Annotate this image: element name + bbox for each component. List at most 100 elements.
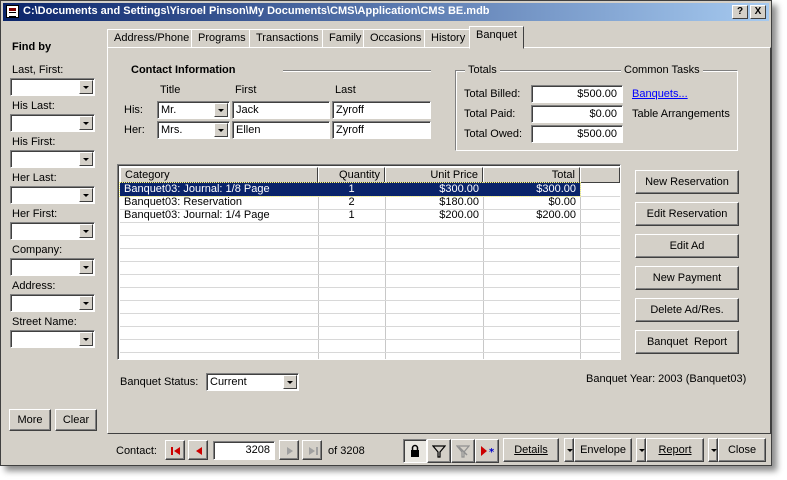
first-record-icon <box>171 447 180 455</box>
more-button[interactable]: More <box>9 409 51 431</box>
find-label-street-name: Street Name: <box>12 316 77 328</box>
cell-total: $200.00 <box>536 209 576 221</box>
delete-ad-res-button[interactable]: Delete Ad/Res. <box>635 298 739 322</box>
banquet-status-combo[interactable]: Current <box>206 373 299 391</box>
cell-quantity: 1 <box>348 209 355 221</box>
his-title-combo[interactable]: Mr. <box>157 101 230 119</box>
chevron-down-icon[interactable] <box>79 188 93 202</box>
total-owed-field: $500.00 <box>531 125 623 143</box>
table-row[interactable]: Banquet03: Reservation 2 $180.00 $0.00 <box>120 196 580 209</box>
window-title: C:\Documents and Settings\Yisroel Pinson… <box>23 5 490 17</box>
remove-filter-button[interactable] <box>451 439 475 463</box>
app-icon <box>6 5 19 18</box>
tab-programs[interactable]: Programs <box>191 29 253 48</box>
chevron-down-icon[interactable] <box>79 332 93 346</box>
his-first-field[interactable]: Jack <box>232 101 330 119</box>
tab-address-phone[interactable]: Address/Phone <box>107 29 197 48</box>
her-last-field[interactable]: Zyroff <box>332 121 431 139</box>
find-his-first-combo[interactable] <box>10 150 95 168</box>
row-divider <box>120 313 620 314</box>
tab-history[interactable]: History <box>424 29 473 48</box>
title-bar[interactable]: C:\Documents and Settings\Yisroel Pinson… <box>3 3 769 21</box>
envelope-button[interactable]: Envelope <box>574 438 632 462</box>
envelope-dropdown-arrow[interactable] <box>564 438 574 462</box>
new-reservation-button[interactable]: New Reservation <box>635 170 739 194</box>
cell-total: $0.00 <box>548 196 576 208</box>
row-divider <box>120 274 620 275</box>
common-tasks-heading: Common Tasks <box>621 64 703 76</box>
previous-record-button[interactable] <box>188 440 208 460</box>
row-divider <box>120 339 620 340</box>
find-her-first-combo[interactable] <box>10 222 95 240</box>
row-divider <box>120 287 620 288</box>
table-arrangements-label[interactable]: Table Arrangements <box>632 108 730 120</box>
banquets-link[interactable]: Banquets... <box>632 88 688 100</box>
her-first-field[interactable]: Ellen <box>232 121 330 139</box>
find-address-combo[interactable] <box>10 294 95 312</box>
chevron-down-icon[interactable] <box>79 152 93 166</box>
next-record-button[interactable] <box>279 440 299 460</box>
close-button[interactable]: Close <box>718 438 766 462</box>
tab-banquet[interactable]: Banquet <box>469 26 524 49</box>
clear-button[interactable]: Clear <box>55 409 97 431</box>
contact-nav-label: Contact: <box>116 445 157 457</box>
find-street-name-combo[interactable] <box>10 330 95 348</box>
filter-button[interactable] <box>427 439 451 463</box>
cell-category: Banquet03: Journal: 1/8 Page <box>124 183 270 195</box>
last-record-icon <box>309 447 318 455</box>
find-her-last-combo[interactable] <box>10 186 95 204</box>
new-record-button[interactable]: * <box>475 439 499 463</box>
find-company-combo[interactable] <box>10 258 95 276</box>
her-title-combo[interactable]: Mrs. <box>157 121 230 139</box>
tab-transactions[interactable]: Transactions <box>249 29 326 48</box>
header-unit-price[interactable]: Unit Price <box>385 167 483 183</box>
table-row-selected[interactable]: Banquet03: Journal: 1/8 Page 1 $300.00 $… <box>119 182 581 197</box>
first-record-button[interactable] <box>165 440 185 460</box>
tab-occasions[interactable]: Occasions <box>363 29 429 48</box>
his-last-field[interactable]: Zyroff <box>332 101 431 119</box>
header-quantity[interactable]: Quantity <box>318 167 385 183</box>
cell-category: Banquet03: Reservation <box>124 196 243 208</box>
chevron-down-icon[interactable] <box>283 375 297 389</box>
lock-button[interactable] <box>403 439 427 463</box>
report-button[interactable]: Report <box>646 438 704 462</box>
lock-icon <box>411 444 419 457</box>
remove-filter-icon <box>456 445 470 458</box>
chevron-down-icon[interactable] <box>79 116 93 130</box>
close-dropdown-arrow[interactable] <box>708 438 718 462</box>
header-blank <box>580 167 620 183</box>
table-row[interactable]: Banquet03: Journal: 1/4 Page 1 $200.00 $… <box>120 209 580 222</box>
col-title-label: Title <box>160 84 181 96</box>
chevron-down-icon[interactable] <box>79 260 93 274</box>
banquet-items-grid[interactable]: Category Quantity Unit Price Total Banqu… <box>117 164 621 360</box>
new-payment-button[interactable]: New Payment <box>635 266 739 290</box>
details-button[interactable]: Details <box>503 438 559 462</box>
tab-family[interactable]: Family <box>322 29 369 48</box>
total-paid-label: Total Paid: <box>464 108 516 120</box>
totals-heading: Totals <box>465 64 500 76</box>
chevron-down-icon[interactable] <box>214 103 228 117</box>
find-his-last-combo[interactable] <box>10 114 95 132</box>
chevron-down-icon[interactable] <box>79 224 93 238</box>
chevron-down-icon[interactable] <box>79 80 93 94</box>
help-button[interactable]: ? <box>732 5 748 19</box>
find-label-her-last: Her Last: <box>12 172 57 184</box>
find-last-first-combo[interactable] <box>10 78 95 96</box>
banquet-report-button[interactable]: Banquet Report <box>635 330 739 354</box>
col-first-label: First <box>235 84 257 96</box>
chevron-down-icon[interactable] <box>79 296 93 310</box>
report-dropdown-arrow[interactable] <box>636 438 646 462</box>
chevron-down-icon[interactable] <box>214 123 228 137</box>
header-category[interactable]: Category <box>120 167 318 183</box>
cell-quantity: 1 <box>348 183 355 195</box>
record-number-field[interactable]: 3208 <box>213 441 275 460</box>
close-window-button[interactable]: X <box>750 5 766 19</box>
her-label: Her: <box>124 124 145 136</box>
edit-reservation-button[interactable]: Edit Reservation <box>635 202 739 226</box>
cell-unit-price: $300.00 <box>439 183 479 195</box>
find-by-heading: Find by <box>12 41 52 53</box>
cell-category: Banquet03: Journal: 1/4 Page <box>124 209 270 221</box>
last-record-button[interactable] <box>302 440 322 460</box>
header-total[interactable]: Total <box>483 167 580 183</box>
edit-ad-button[interactable]: Edit Ad <box>635 234 739 258</box>
